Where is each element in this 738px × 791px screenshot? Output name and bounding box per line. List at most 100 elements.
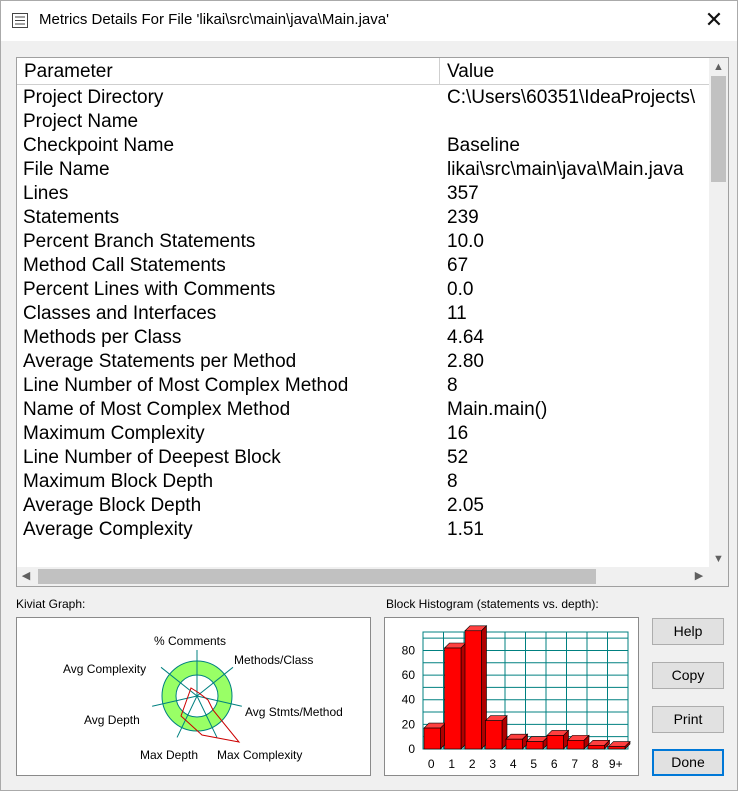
- value-cell: 2.05: [447, 495, 484, 516]
- parameter-cell: Average Statements per Method: [23, 351, 297, 372]
- parameter-cell: Classes and Interfaces: [23, 303, 217, 324]
- scroll-corner: [709, 567, 728, 586]
- bar: [546, 735, 564, 750]
- help-button[interactable]: Help: [652, 618, 724, 645]
- kiviat-axis-avg-complexity: Avg Complexity: [63, 662, 146, 676]
- app-icon: [12, 13, 28, 28]
- value-cell: 52: [447, 447, 469, 468]
- value-cell: 8: [447, 471, 458, 492]
- block-histogram: 0204060800 1 2 3 4 5 6 7 8 9+: [402, 625, 631, 771]
- bar: [608, 746, 626, 750]
- value-cell: 4.64: [447, 327, 484, 348]
- table-row[interactable]: Method Call Statements 67: [17, 254, 710, 278]
- table-row[interactable]: Project Name: [17, 110, 710, 134]
- table-row[interactable]: Average Complexity 1.51: [17, 518, 710, 542]
- value-cell: 10.0: [447, 231, 484, 252]
- x-tick-label: 0: [428, 757, 435, 771]
- table-row[interactable]: Maximum Block Depth 8: [17, 470, 710, 494]
- parameter-cell: Name of Most Complex Method: [23, 399, 291, 420]
- bar: [485, 720, 503, 750]
- y-tick-label: 80: [402, 643, 416, 657]
- table-row[interactable]: Checkpoint Name Baseline: [17, 134, 710, 158]
- parameter-cell: Average Complexity: [23, 519, 193, 540]
- table-row[interactable]: File Name likai\src\main\java\Main.java: [17, 158, 710, 182]
- x-tick-label: 1: [448, 757, 455, 771]
- metrics-table: Parameter Value Project Directory C:\User…: [16, 57, 729, 587]
- bar: [464, 630, 482, 750]
- table-row[interactable]: Classes and Interfaces 11: [17, 302, 710, 326]
- x-tick-label: 3: [489, 757, 496, 771]
- table-row[interactable]: Project Directory C:\Users\60351\IdeaProj…: [17, 86, 710, 110]
- column-header-parameter[interactable]: Parameter: [17, 58, 440, 84]
- parameter-cell: Average Block Depth: [23, 495, 202, 516]
- x-tick-label: 9+: [609, 757, 623, 771]
- x-tick-label: 4: [510, 757, 517, 771]
- scroll-up-icon[interactable]: ▲: [709, 58, 728, 76]
- table-row[interactable]: Line Number of Deepest Block 52: [17, 446, 710, 470]
- value-cell: 67: [447, 255, 469, 276]
- table-row[interactable]: Lines 357: [17, 182, 710, 206]
- kiviat-axis-max-complexity: Max Complexity: [217, 748, 302, 762]
- parameter-cell: Statements: [23, 207, 120, 228]
- value-cell: 239: [447, 207, 479, 228]
- x-tick-label: 6: [551, 757, 558, 771]
- table-row[interactable]: Maximum Complexity 16: [17, 422, 710, 446]
- kiviat-axis-max-depth: Max Depth: [140, 748, 198, 762]
- parameter-cell: Line Number of Most Complex Method: [23, 375, 349, 396]
- block-histogram-label: Block Histogram (statements vs. depth):: [386, 597, 599, 611]
- y-tick-label: 20: [402, 717, 416, 731]
- kiviat-graph-panel: % Comments Methods/Class Avg Stmts/Metho…: [16, 617, 371, 776]
- table-row[interactable]: Average Statements per Method 2.80: [17, 350, 710, 374]
- table-row[interactable]: Percent Branch Statements 10.0: [17, 230, 710, 254]
- print-button[interactable]: Print: [652, 706, 724, 733]
- scroll-right-icon[interactable]: ▶: [690, 567, 708, 586]
- parameter-cell: Line Number of Deepest Block: [23, 447, 281, 468]
- value-cell: 16: [447, 423, 469, 444]
- value-cell: Baseline: [447, 135, 520, 156]
- table-row[interactable]: Percent Lines with Comments 0.0: [17, 278, 710, 302]
- value-cell: 11: [447, 303, 467, 324]
- table-row[interactable]: Statements 239: [17, 206, 710, 230]
- vertical-scrollbar[interactable]: ▲ ▼: [709, 58, 728, 568]
- close-icon[interactable]: ✕: [691, 1, 737, 41]
- parameter-cell: Percent Lines with Comments: [23, 279, 276, 300]
- kiviat-axis-avg-stmts: Avg Stmts/Method: [245, 705, 343, 719]
- scroll-down-icon[interactable]: ▼: [709, 550, 728, 568]
- bar: [423, 727, 441, 750]
- table-body: Project Directory C:\Users\60351\IdeaProj…: [17, 86, 710, 542]
- table-row[interactable]: Line Number of Most Complex Method 8: [17, 374, 710, 398]
- value-cell: Main.main(): [447, 399, 548, 420]
- y-tick-label: 0: [408, 742, 415, 756]
- parameter-cell: Lines: [23, 183, 69, 204]
- parameter-cell: Maximum Complexity: [23, 423, 205, 444]
- table-row[interactable]: Name of Most Complex Method Main.main(): [17, 398, 710, 422]
- kiviat-axis-comments: % Comments: [154, 634, 226, 648]
- bar: [505, 738, 523, 750]
- table-row[interactable]: Methods per Class 4.64: [17, 326, 710, 350]
- kiviat-axis-methods-class: Methods/Class: [234, 653, 313, 667]
- kiviat-graph-label: Kiviat Graph:: [16, 597, 86, 611]
- scroll-left-icon[interactable]: ◀: [17, 567, 35, 586]
- value-cell: likai\src\main\java\Main.java: [447, 159, 684, 180]
- value-cell: C:\Users\60351\IdeaProjects\: [447, 87, 696, 108]
- bar: [567, 740, 585, 750]
- copy-button[interactable]: Copy: [652, 662, 724, 689]
- bar: [587, 745, 605, 750]
- vertical-scroll-thumb[interactable]: [711, 76, 726, 182]
- horizontal-scroll-thumb[interactable]: [38, 569, 596, 584]
- horizontal-scrollbar[interactable]: ◀ ▶: [17, 567, 728, 586]
- y-tick-label: 40: [402, 693, 416, 707]
- table-row[interactable]: Average Block Depth 2.05: [17, 494, 710, 518]
- done-button[interactable]: Done: [652, 749, 724, 776]
- x-tick-label: 5: [530, 757, 537, 771]
- parameter-cell: File Name: [23, 159, 110, 180]
- value-cell: 1.51: [447, 519, 484, 540]
- parameter-cell: Maximum Block Depth: [23, 471, 214, 492]
- value-cell: 8: [447, 375, 458, 396]
- parameter-cell: Percent Branch Statements: [23, 231, 256, 252]
- column-header-value[interactable]: Value: [440, 58, 710, 84]
- kiviat-axis-avg-depth: Avg Depth: [84, 713, 140, 727]
- parameter-cell: Method Call Statements: [23, 255, 226, 276]
- y-tick-label: 60: [402, 668, 416, 682]
- value-cell: 0.0: [447, 279, 474, 300]
